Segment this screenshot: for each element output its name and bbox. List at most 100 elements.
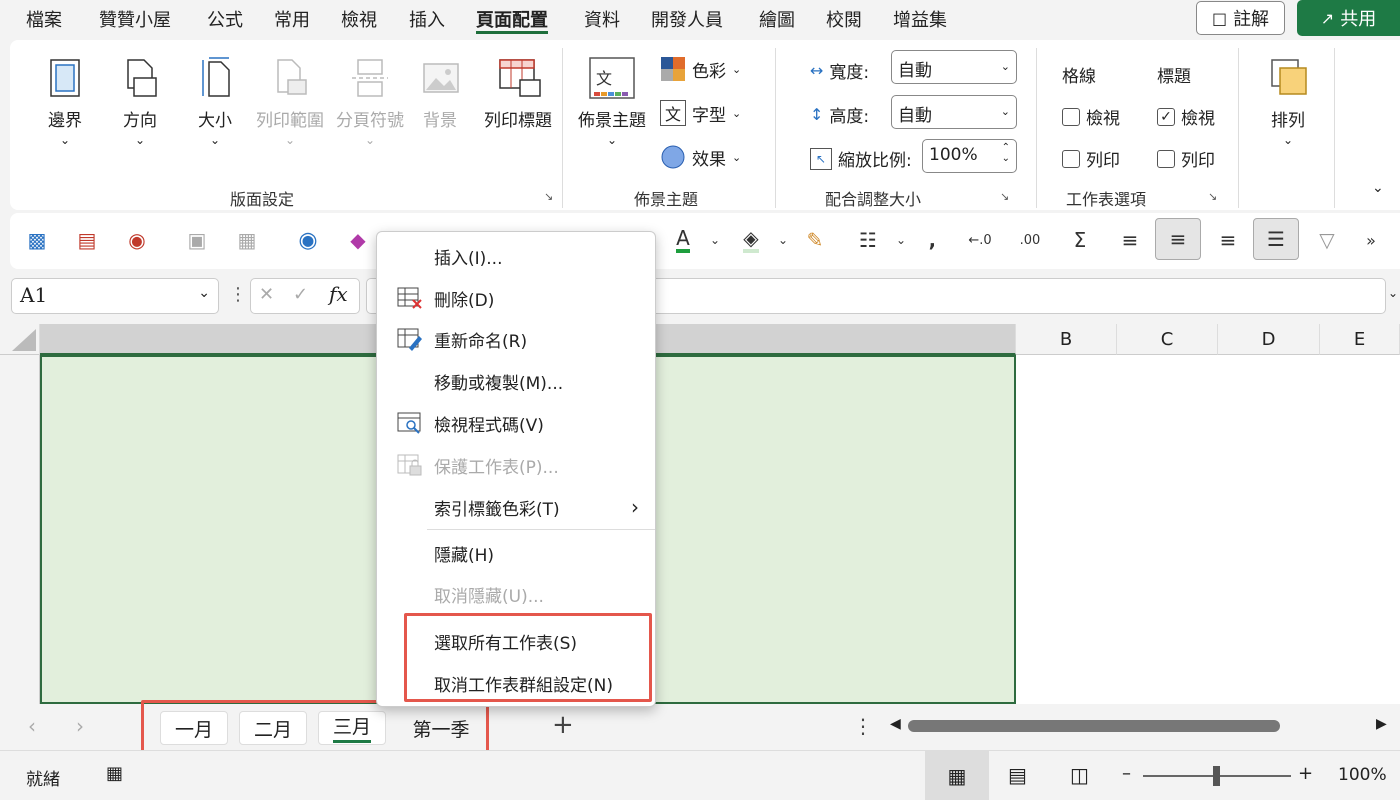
column-header-d[interactable]: D: [1218, 324, 1320, 355]
filter-icon[interactable]: ▽: [1312, 225, 1342, 255]
add-sheet-icon[interactable]: +: [552, 710, 574, 740]
increase-decimal-icon[interactable]: ←.0: [965, 225, 995, 255]
scroll-left-icon[interactable]: ‹: [28, 714, 36, 738]
tab-formulas[interactable]: 公式: [207, 6, 243, 34]
headings-print-checkbox[interactable]: 列印: [1157, 146, 1215, 171]
column-header-b[interactable]: B: [1016, 324, 1117, 355]
name-box[interactable]: A1 ⌄: [11, 278, 219, 314]
align-center-icon[interactable]: ≡: [1155, 218, 1201, 260]
more-vertical-icon[interactable]: ⋮: [853, 714, 873, 738]
more-vertical-icon[interactable]: ⋮: [229, 284, 247, 305]
colors-button[interactable]: 色彩 ⌄: [660, 56, 741, 82]
tab-review[interactable]: 校閱: [826, 6, 862, 34]
menu-item-hide[interactable]: 隱藏(H): [377, 533, 655, 573]
print-area-button[interactable]: 列印範圍 ⌄: [250, 56, 330, 147]
cancel-icon[interactable]: ✕: [259, 284, 274, 305]
gridlines-view-checkbox[interactable]: 檢視: [1062, 104, 1120, 129]
headings-view-checkbox[interactable]: ✓ 檢視: [1157, 104, 1215, 129]
menu-item-tab-color[interactable]: 索引標籤色彩(T) ›: [377, 487, 655, 527]
themes-button[interactable]: 文 佈景主題 ⌄: [574, 56, 650, 147]
expand-formula-icon[interactable]: ⌄: [1388, 286, 1398, 300]
arrange-button[interactable]: 排列 ⌄: [1258, 56, 1318, 147]
align-right-icon[interactable]: ≡: [1213, 225, 1243, 255]
circle-shape-icon[interactable]: ◉: [293, 225, 323, 255]
enter-icon[interactable]: ✓: [293, 284, 308, 305]
justify-icon[interactable]: ☰: [1253, 218, 1299, 260]
decrease-decimal-icon[interactable]: .00: [1015, 225, 1045, 255]
tab-home[interactable]: 常用: [274, 6, 310, 34]
select-all-corner[interactable]: [0, 324, 40, 355]
comma-style-icon[interactable]: ‚: [917, 225, 947, 255]
scroll-right-arrow-icon[interactable]: ▶: [1376, 716, 1387, 732]
scale-launcher-icon[interactable]: ↘: [1000, 190, 1009, 203]
menu-item-protect-sheet[interactable]: 保護工作表(P)...: [377, 445, 655, 485]
breaks-button[interactable]: 分頁符號 ⌄: [330, 56, 410, 147]
share-button[interactable]: ↗ 共用: [1297, 0, 1400, 36]
chevron-down-icon[interactable]: ⌄: [768, 225, 798, 255]
menu-item-unhide[interactable]: 取消隱藏(U)...: [377, 574, 655, 614]
more-icon[interactable]: »: [1356, 225, 1386, 255]
eraser-icon[interactable]: ◆: [343, 225, 373, 255]
tab-developer[interactable]: 開發人員: [651, 6, 723, 34]
picture-icon[interactable]: ▣: [182, 225, 212, 255]
sheet-options-launcher-icon[interactable]: ↘: [1208, 190, 1217, 203]
accessibility-icon[interactable]: ▦: [106, 763, 123, 784]
menu-item-move-copy[interactable]: 移動或複製(M)...: [377, 361, 655, 401]
background-button[interactable]: 背景: [415, 56, 465, 131]
format-painter-icon[interactable]: ✎: [800, 225, 830, 255]
fill-color-icon[interactable]: ◈: [736, 225, 766, 255]
comments-button[interactable]: □ 註解: [1196, 1, 1285, 35]
cube-icon[interactable]: ▩: [22, 225, 52, 255]
align-left-icon[interactable]: ≡: [1115, 225, 1145, 255]
tab-page-layout[interactable]: 頁面配置: [476, 6, 548, 34]
row-header[interactable]: [0, 355, 40, 704]
gridlines-print-checkbox[interactable]: 列印: [1062, 146, 1120, 171]
page-break-view-icon[interactable]: ◫: [1070, 763, 1089, 787]
page-setup-launcher-icon[interactable]: ↘: [544, 190, 553, 203]
print-titles-button[interactable]: 列印標題: [478, 56, 558, 131]
insert-function-icon[interactable]: fx: [329, 282, 348, 306]
tab-insert[interactable]: 插入: [409, 6, 445, 34]
select-object-icon[interactable]: ▦: [232, 225, 262, 255]
column-header-e[interactable]: E: [1320, 324, 1400, 355]
form-icon[interactable]: ▤: [72, 225, 102, 255]
autosum-icon[interactable]: Σ: [1065, 225, 1095, 255]
normal-view-icon[interactable]: ▦: [925, 751, 989, 800]
chevron-down-icon[interactable]: ⌄: [198, 285, 210, 301]
chevron-down-icon[interactable]: ⌄: [886, 225, 916, 255]
scroll-left-arrow-icon[interactable]: ◀: [890, 716, 901, 732]
tab-data[interactable]: 資料: [584, 6, 620, 34]
collapse-ribbon-icon[interactable]: ⌄: [1372, 180, 1384, 196]
font-color-icon[interactable]: A: [668, 225, 698, 255]
menu-item-rename[interactable]: 重新命名(R): [377, 319, 655, 359]
effects-button[interactable]: 效果 ⌄: [660, 144, 741, 170]
menu-item-insert[interactable]: 插入(I)...: [377, 236, 655, 276]
menu-item-delete[interactable]: 刪除(D): [377, 278, 655, 318]
orientation-button[interactable]: 方向 ⌄: [115, 56, 165, 147]
menu-item-view-code[interactable]: 檢視程式碼(V): [377, 403, 655, 443]
record-icon[interactable]: ◉: [122, 225, 152, 255]
tab-addins[interactable]: 增益集: [893, 6, 947, 34]
horizontal-scrollbar[interactable]: [908, 720, 1280, 732]
zoom-in-icon[interactable]: +: [1298, 763, 1313, 784]
menu-item-label: 刪除(D): [434, 290, 495, 311]
height-select[interactable]: 自動 ⌄: [891, 95, 1017, 129]
scale-stepper[interactable]: 100% ⌃ ⌄: [922, 139, 1017, 173]
tab-zanzan[interactable]: 贊贊小屋: [99, 6, 171, 34]
tab-view[interactable]: 檢視: [341, 6, 377, 34]
margins-button[interactable]: 邊界 ⌄: [40, 56, 90, 147]
highlight-box-tabs: [141, 700, 489, 757]
chevron-down-icon[interactable]: ⌄: [700, 225, 730, 255]
tab-draw[interactable]: 繪圖: [759, 6, 795, 34]
zoom-level[interactable]: 100%: [1338, 765, 1387, 785]
fonts-button[interactable]: 文 字型 ⌄: [660, 100, 741, 126]
scroll-right-icon[interactable]: ›: [76, 714, 84, 738]
size-button[interactable]: 大小 ⌄: [190, 56, 240, 147]
column-header-c[interactable]: C: [1117, 324, 1218, 355]
width-select[interactable]: 自動 ⌄: [891, 50, 1017, 84]
borders-icon[interactable]: ☷: [853, 225, 883, 255]
tab-file[interactable]: 檔案: [26, 6, 62, 34]
zoom-out-icon[interactable]: –: [1122, 763, 1131, 784]
page-layout-view-icon[interactable]: ▤: [1008, 763, 1027, 787]
zoom-slider-thumb[interactable]: [1213, 766, 1220, 786]
